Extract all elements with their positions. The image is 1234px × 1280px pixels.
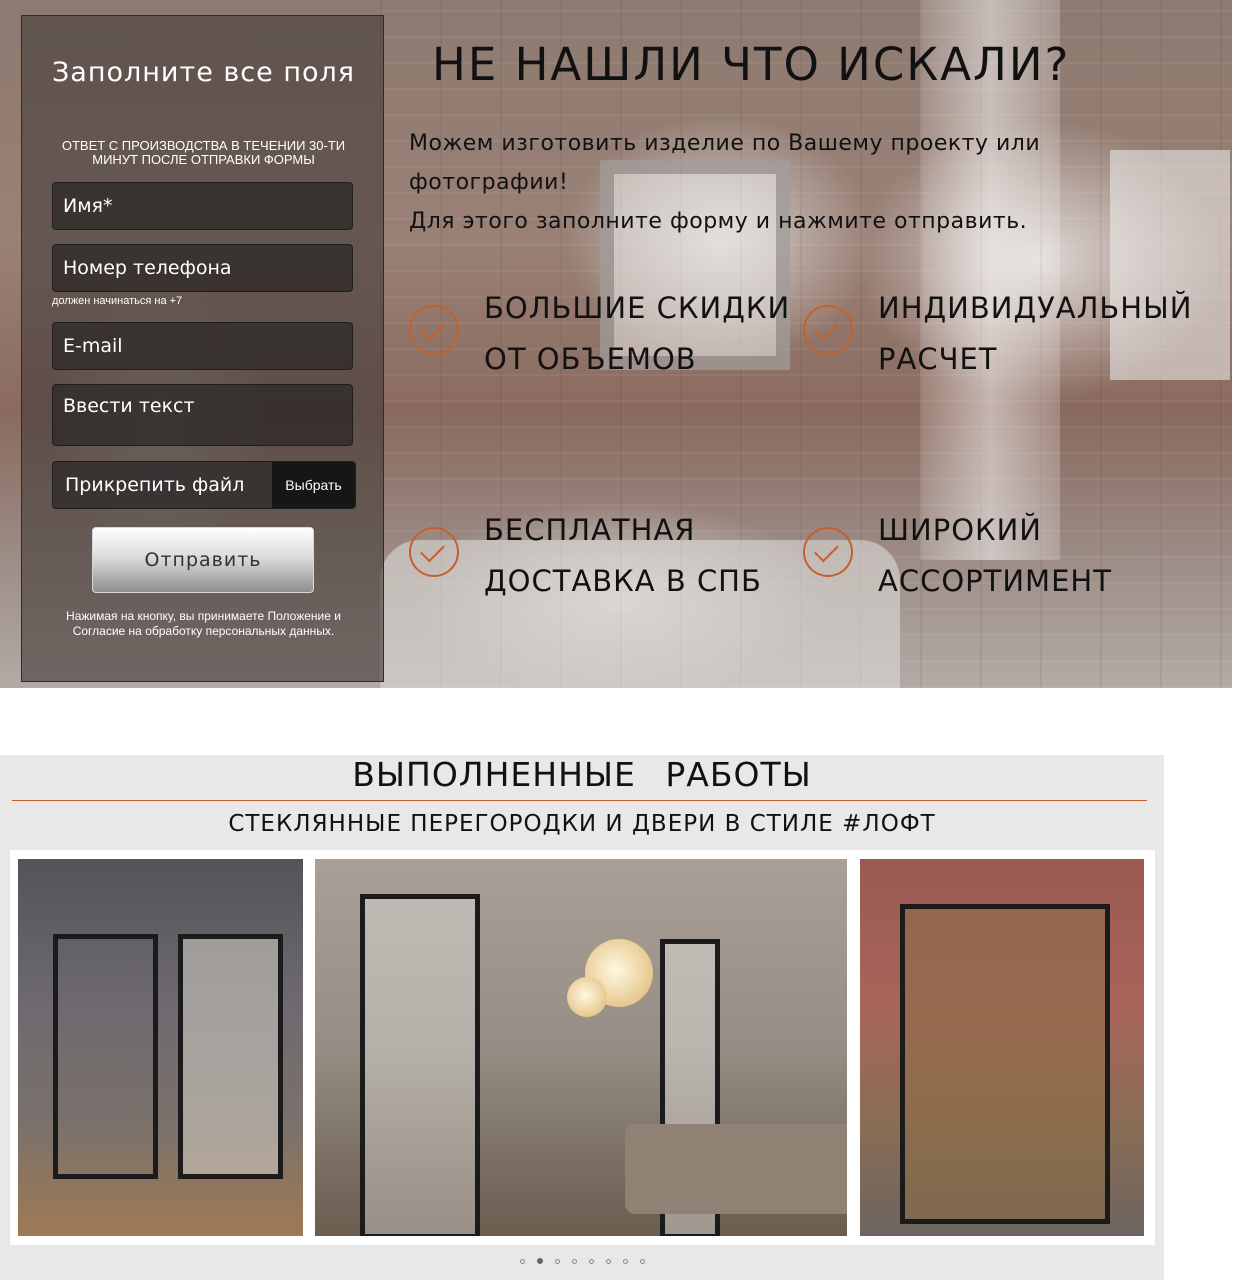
file-attach-label: Прикрепить файл [65, 474, 245, 496]
file-attach: Прикрепить файл Выбрать [52, 461, 356, 509]
slide-dot[interactable] [588, 1258, 594, 1264]
check-circle-icon [803, 527, 853, 577]
work-photo-partition[interactable] [315, 859, 847, 1236]
request-form: Заполните все поля ОТВЕТ С ПРОИЗВОДСТВА … [21, 15, 384, 682]
check-circle-icon [409, 305, 459, 355]
pendant-lamp-small [567, 977, 607, 1017]
partition-frame [360, 894, 480, 1236]
slide-dot[interactable] [571, 1258, 577, 1264]
section-title: НЕ НАШЛИ ЧТО ИСКАЛИ? [432, 38, 1071, 91]
feature-text: ИНДИВИДУАЛЬНЫЙ РАСЧЕТ [878, 291, 1193, 376]
completed-works-section: ВЫПОЛНЕННЫЕ РАБОТЫ СТЕКЛЯННЫЕ ПЕРЕГОРОДК… [0, 755, 1164, 1280]
message-field[interactable] [52, 384, 353, 446]
works-subtitle: СТЕКЛЯННЫЕ ПЕРЕГОРОДКИ И ДВЕРИ В СТИЛЕ #… [228, 811, 936, 837]
submit-button[interactable]: Отправить [92, 527, 314, 593]
form-title: Заполните все поля [51, 57, 356, 88]
door-frame [178, 934, 283, 1179]
feature-text: БОЛЬШИЕ СКИДКИ ОТ ОБЪЕМОВ [484, 291, 791, 376]
sofa [625, 1124, 847, 1214]
check-circle-icon [803, 305, 853, 355]
feature-text: БЕСПЛАТНАЯ ДОСТАВКА В СПБ [484, 513, 762, 598]
door-frame [53, 934, 158, 1179]
email-field[interactable] [52, 322, 353, 370]
glass-wall-frame [900, 904, 1110, 1224]
request-section: Заполните все поля ОТВЕТ С ПРОИЗВОДСТВА … [0, 0, 1232, 688]
works-title: ВЫПОЛНЕННЫЕ РАБОТЫ [352, 755, 812, 794]
form-subtitle: ОТВЕТ С ПРОИЗВОДСТВА В ТЕЧЕНИИ 30-ТИ МИН… [61, 138, 346, 167]
section-description: Можем изготовить изделие по Вашему проек… [409, 124, 1109, 241]
slide-dot-active[interactable] [536, 1258, 543, 1264]
name-field[interactable] [52, 182, 353, 230]
description-line-2: Для этого заполните форму и нажмите отпр… [409, 209, 1028, 234]
phone-hint: должен начинаться на +7 [52, 295, 183, 307]
check-circle-icon [409, 527, 459, 577]
work-photo-glass-wall[interactable] [860, 859, 1144, 1236]
divider [12, 800, 1147, 801]
choose-file-button[interactable]: Выбрать [272, 462, 355, 508]
slide-dot[interactable] [554, 1258, 560, 1264]
slide-dot[interactable] [605, 1258, 611, 1264]
slide-dot[interactable] [622, 1258, 628, 1264]
slide-dot[interactable] [519, 1258, 525, 1264]
slide-dot[interactable] [639, 1258, 645, 1264]
phone-field[interactable] [52, 244, 353, 292]
consent-text: Нажимая на кнопку, вы принимаете Положен… [66, 609, 341, 638]
work-photo-doors[interactable] [18, 859, 303, 1236]
works-gallery [10, 850, 1155, 1245]
feature-text: ШИРОКИЙ АССОРТИМЕНТ [878, 513, 1112, 598]
slider-pagination [0, 1258, 1164, 1264]
description-line-1: Можем изготовить изделие по Вашему проек… [409, 131, 1041, 195]
